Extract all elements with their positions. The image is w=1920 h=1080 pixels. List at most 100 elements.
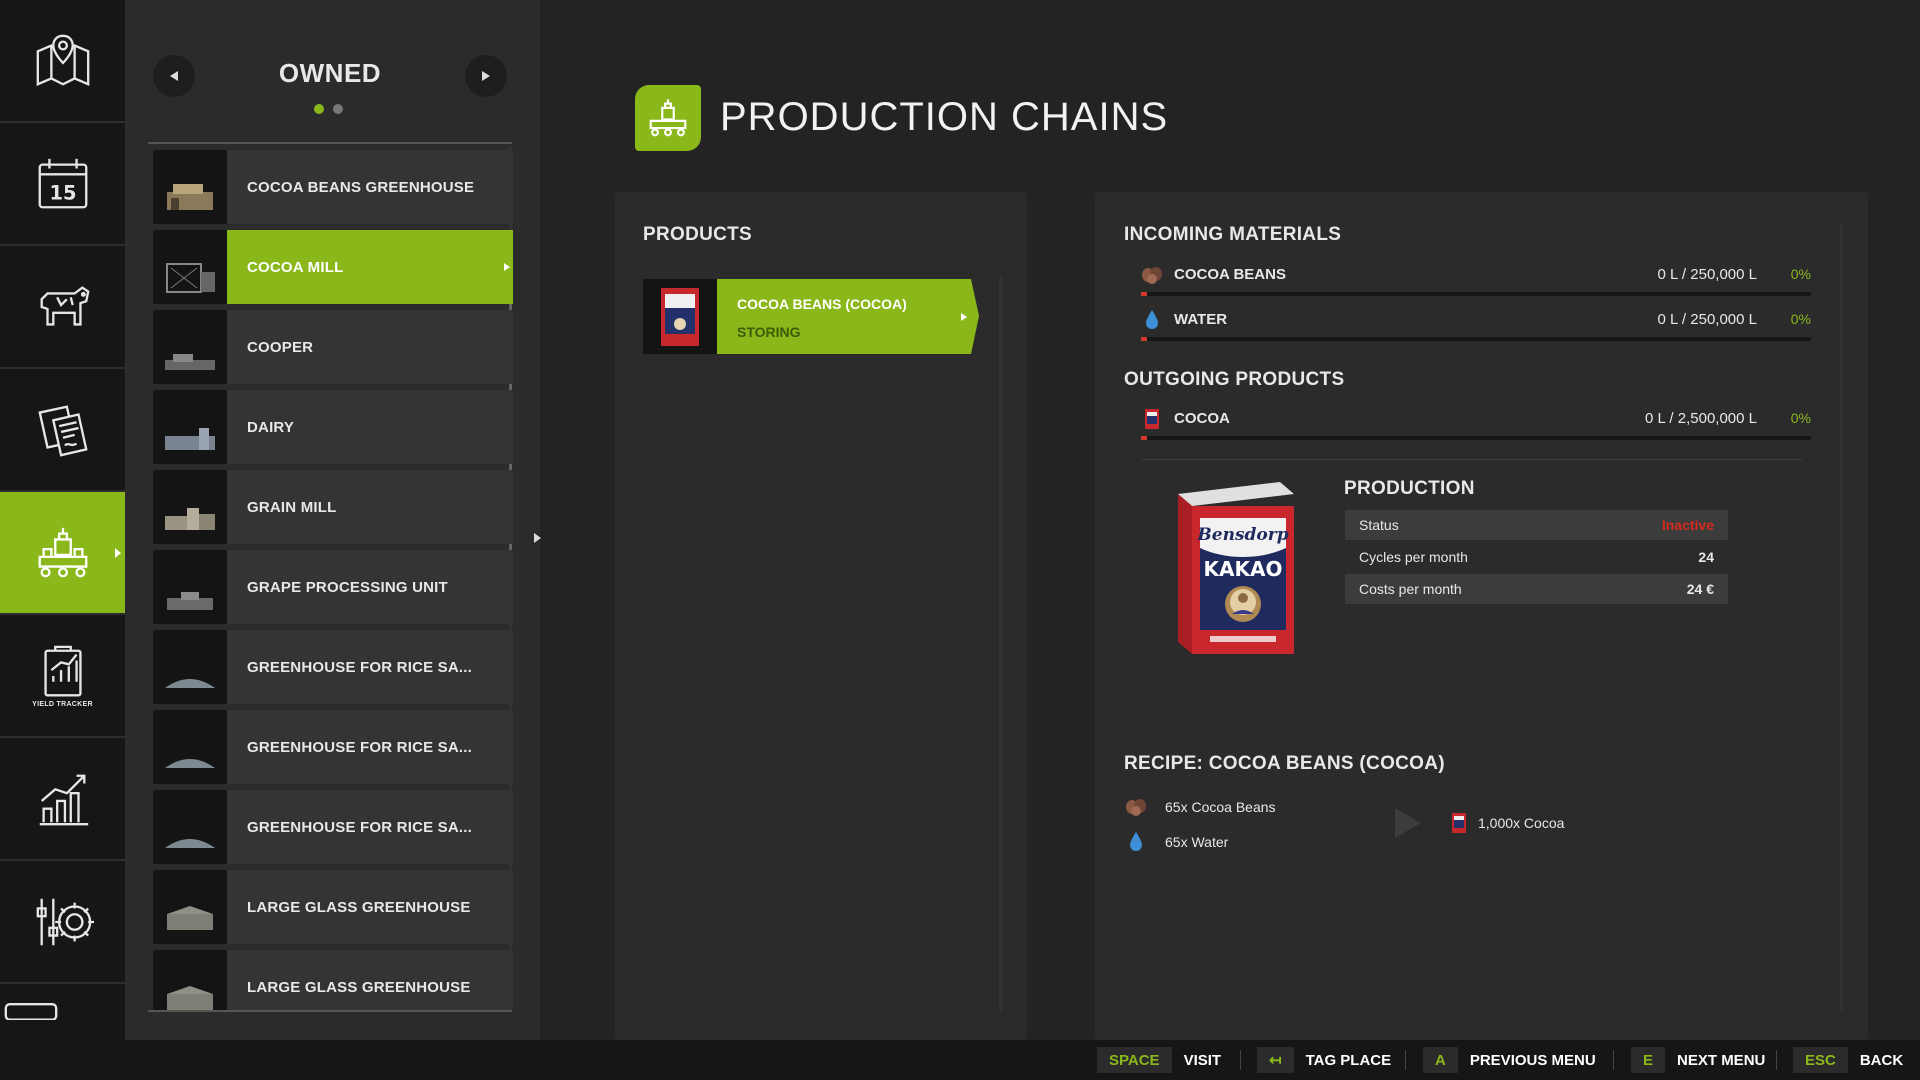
product-item[interactable]: COCOA BEANS (COCOA) STORING bbox=[643, 279, 979, 354]
divider bbox=[1776, 1050, 1777, 1070]
recipe-arrow-icon bbox=[1395, 808, 1421, 838]
production-list-item-label: GRAPE PROCESSING UNIT bbox=[227, 550, 513, 624]
contracts-icon bbox=[37, 404, 88, 457]
fill-level-bar bbox=[1141, 292, 1811, 296]
list-bottom-divider bbox=[148, 1010, 512, 1012]
product-name: COCOA BEANS (COCOA) bbox=[737, 296, 907, 312]
material-percent: 0% bbox=[1790, 266, 1811, 282]
nav-item-contracts[interactable] bbox=[0, 369, 125, 492]
yield-tracker-icon bbox=[43, 645, 82, 697]
nav-item-statistics[interactable] bbox=[0, 738, 125, 861]
production-list-item[interactable]: GRAPE PROCESSING UNIT bbox=[153, 550, 513, 624]
product-image: Bensdorp KAKAO bbox=[1170, 478, 1300, 663]
products-title: PRODUCTS bbox=[643, 224, 753, 245]
divider bbox=[1405, 1050, 1406, 1070]
status-value: Inactive bbox=[1661, 517, 1714, 533]
production-thumbnail bbox=[153, 790, 227, 864]
tag-place-action[interactable]: ↤ TAG PLACE bbox=[1257, 1047, 1391, 1073]
nav-item-production[interactable] bbox=[0, 492, 125, 615]
incoming-materials-title: INCOMING MATERIALS bbox=[1124, 224, 1342, 245]
recipe-title: RECIPE: COCOA BEANS (COCOA) bbox=[1124, 753, 1445, 774]
page-title: PRODUCTION CHAINS bbox=[720, 95, 1169, 139]
production-thumbnail bbox=[153, 870, 227, 944]
recipe-output: 1,000x Cocoa bbox=[1448, 812, 1564, 834]
product-status: STORING bbox=[737, 324, 801, 340]
production-thumbnail bbox=[153, 710, 227, 784]
production-list-item[interactable]: GRAIN MILL bbox=[153, 470, 513, 544]
yield-tracker-label: YIELD TRACKER bbox=[32, 701, 93, 708]
nav-item-more[interactable] bbox=[0, 984, 125, 1024]
material-name: COCOA BEANS bbox=[1174, 266, 1286, 283]
production-list-item[interactable]: GREENHOUSE FOR RICE SA... bbox=[153, 790, 513, 864]
svg-text:15: 15 bbox=[49, 181, 76, 204]
cocoa-beans-icon bbox=[1141, 264, 1163, 286]
water-drop-icon bbox=[1125, 831, 1147, 853]
production-list-item[interactable]: GREENHOUSE FOR RICE SA... bbox=[153, 710, 513, 784]
production-thumbnail bbox=[153, 390, 227, 464]
production-stats-table: Status Inactive Cycles per month 24 Cost… bbox=[1345, 510, 1728, 606]
production-costs-row: Costs per month 24 € bbox=[1345, 574, 1728, 604]
next-page-button[interactable] bbox=[465, 55, 507, 97]
cow-icon bbox=[40, 285, 89, 326]
fill-level-indicator bbox=[1141, 292, 1147, 296]
statistics-icon bbox=[39, 774, 88, 825]
production-list-item-label: DAIRY bbox=[227, 390, 513, 464]
list-top-divider bbox=[148, 142, 512, 144]
nav-item-calendar[interactable]: 15 bbox=[0, 123, 125, 246]
production-title: PRODUCTION bbox=[1344, 478, 1475, 499]
page-dot-1 bbox=[314, 104, 324, 114]
nav-item-yield-tracker[interactable]: YIELD TRACKER bbox=[0, 615, 125, 738]
production-list-item[interactable]: DAIRY bbox=[153, 390, 513, 464]
production-list-item[interactable]: GREENHOUSE FOR RICE SA... bbox=[153, 630, 513, 704]
production-list-item[interactable]: COCOA BEANS GREENHOUSE bbox=[153, 150, 513, 224]
production-list-item[interactable]: LARGE GLASS GREENHOUSE bbox=[153, 950, 513, 1010]
production-list-item[interactable]: LARGE GLASS GREENHOUSE bbox=[153, 870, 513, 944]
production-thumbnail bbox=[153, 150, 227, 224]
cocoa-box-icon bbox=[643, 279, 717, 354]
more-icon bbox=[4, 1003, 58, 1020]
costs-value: 24 € bbox=[1686, 581, 1714, 597]
production-list-item-label: GREENHOUSE FOR RICE SA... bbox=[227, 710, 513, 784]
fill-level-indicator bbox=[1141, 436, 1147, 440]
outgoing-products-title: OUTGOING PRODUCTS bbox=[1124, 369, 1345, 390]
cocoa-box-icon bbox=[1141, 408, 1163, 430]
collapse-panel-icon[interactable] bbox=[534, 533, 541, 543]
products-scrollbar[interactable] bbox=[999, 276, 1002, 1011]
nav-item-settings[interactable] bbox=[0, 861, 125, 984]
key-badge: ↤ bbox=[1257, 1047, 1294, 1073]
svg-text:Bensdorp: Bensdorp bbox=[1196, 525, 1288, 545]
nav-item-map[interactable] bbox=[0, 0, 125, 123]
cocoa-beans-icon bbox=[1125, 796, 1147, 818]
product-name: COCOA bbox=[1174, 410, 1230, 427]
recipe-input-text: 65x Water bbox=[1165, 834, 1229, 850]
fill-level-bar bbox=[1141, 436, 1811, 440]
divider bbox=[1613, 1050, 1614, 1070]
production-list-item[interactable]: COOPER bbox=[153, 310, 513, 384]
nav-item-animals[interactable] bbox=[0, 246, 125, 369]
production-chains-logo bbox=[635, 85, 701, 151]
production-thumbnail bbox=[153, 950, 227, 1010]
action-label: TAG PLACE bbox=[1305, 1051, 1392, 1069]
divider bbox=[1240, 1050, 1241, 1070]
key-badge: SPACE bbox=[1097, 1047, 1172, 1073]
outgoing-product-row: COCOA 0 L / 2,500,000 L 0% bbox=[1135, 408, 1811, 448]
production-list-item-label: COCOA BEANS GREENHOUSE bbox=[227, 150, 513, 224]
next-menu-action[interactable]: E NEXT MENU bbox=[1631, 1047, 1765, 1073]
production-thumbnail bbox=[153, 310, 227, 384]
key-badge: E bbox=[1631, 1047, 1666, 1073]
production-list-item-label: LARGE GLASS GREENHOUSE bbox=[227, 950, 513, 1010]
previous-menu-action[interactable]: A PREVIOUS MENU bbox=[1423, 1047, 1596, 1073]
visit-action[interactable]: SPACE VISIT bbox=[1097, 1047, 1221, 1073]
production-list-item-label: LARGE GLASS GREENHOUSE bbox=[227, 870, 513, 944]
production-list-item-label: COOPER bbox=[227, 310, 513, 384]
page-dot-2 bbox=[333, 104, 343, 114]
key-badge: A bbox=[1423, 1047, 1458, 1073]
production-list-item[interactable]: COCOA MILL bbox=[153, 230, 513, 304]
back-action[interactable]: ESC BACK bbox=[1793, 1047, 1903, 1073]
production-status-row: Status Inactive bbox=[1345, 510, 1728, 540]
owned-productions-panel: OWNED COCOA BEANS GREENHOUSE COCOA MILL CO… bbox=[125, 0, 540, 1040]
cocoa-box-icon bbox=[1448, 812, 1470, 834]
details-scrollbar[interactable] bbox=[1840, 224, 1843, 1010]
recipe-input: 65x Water bbox=[1125, 831, 1228, 853]
action-label: NEXT MENU bbox=[1677, 1051, 1766, 1069]
